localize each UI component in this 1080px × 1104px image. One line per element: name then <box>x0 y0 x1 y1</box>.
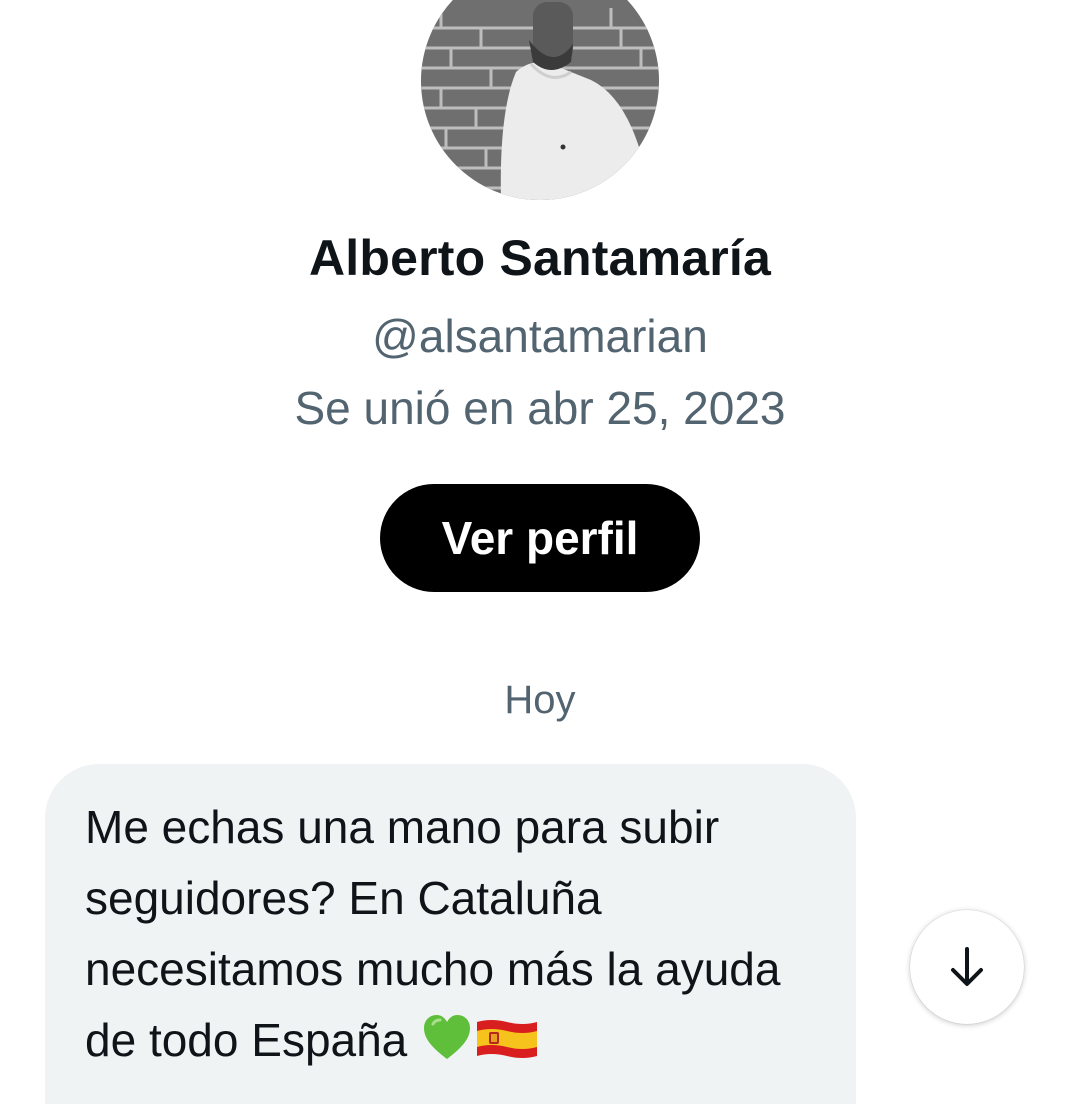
message-bubble[interactable]: Me echas una mano para subir seguidores?… <box>45 764 856 1104</box>
avatar-photo <box>421 0 659 200</box>
arrow-down-icon <box>951 947 983 986</box>
spain-flag-icon <box>475 1011 539 1058</box>
scroll-to-bottom-button[interactable] <box>910 910 1024 1024</box>
message-text: Me echas una mano para subir seguidores?… <box>85 792 816 1076</box>
day-separator: Hoy <box>504 678 576 722</box>
green-heart-icon <box>421 1012 473 1064</box>
profile-display-name: Alberto Santamaría <box>308 230 772 286</box>
profile-handle: @alsantamarian <box>372 310 708 362</box>
profile-joined-date: Se unió en abr 25, 2023 <box>294 382 786 434</box>
view-profile-button[interactable]: Ver perfil <box>380 484 700 592</box>
avatar[interactable] <box>421 0 659 200</box>
